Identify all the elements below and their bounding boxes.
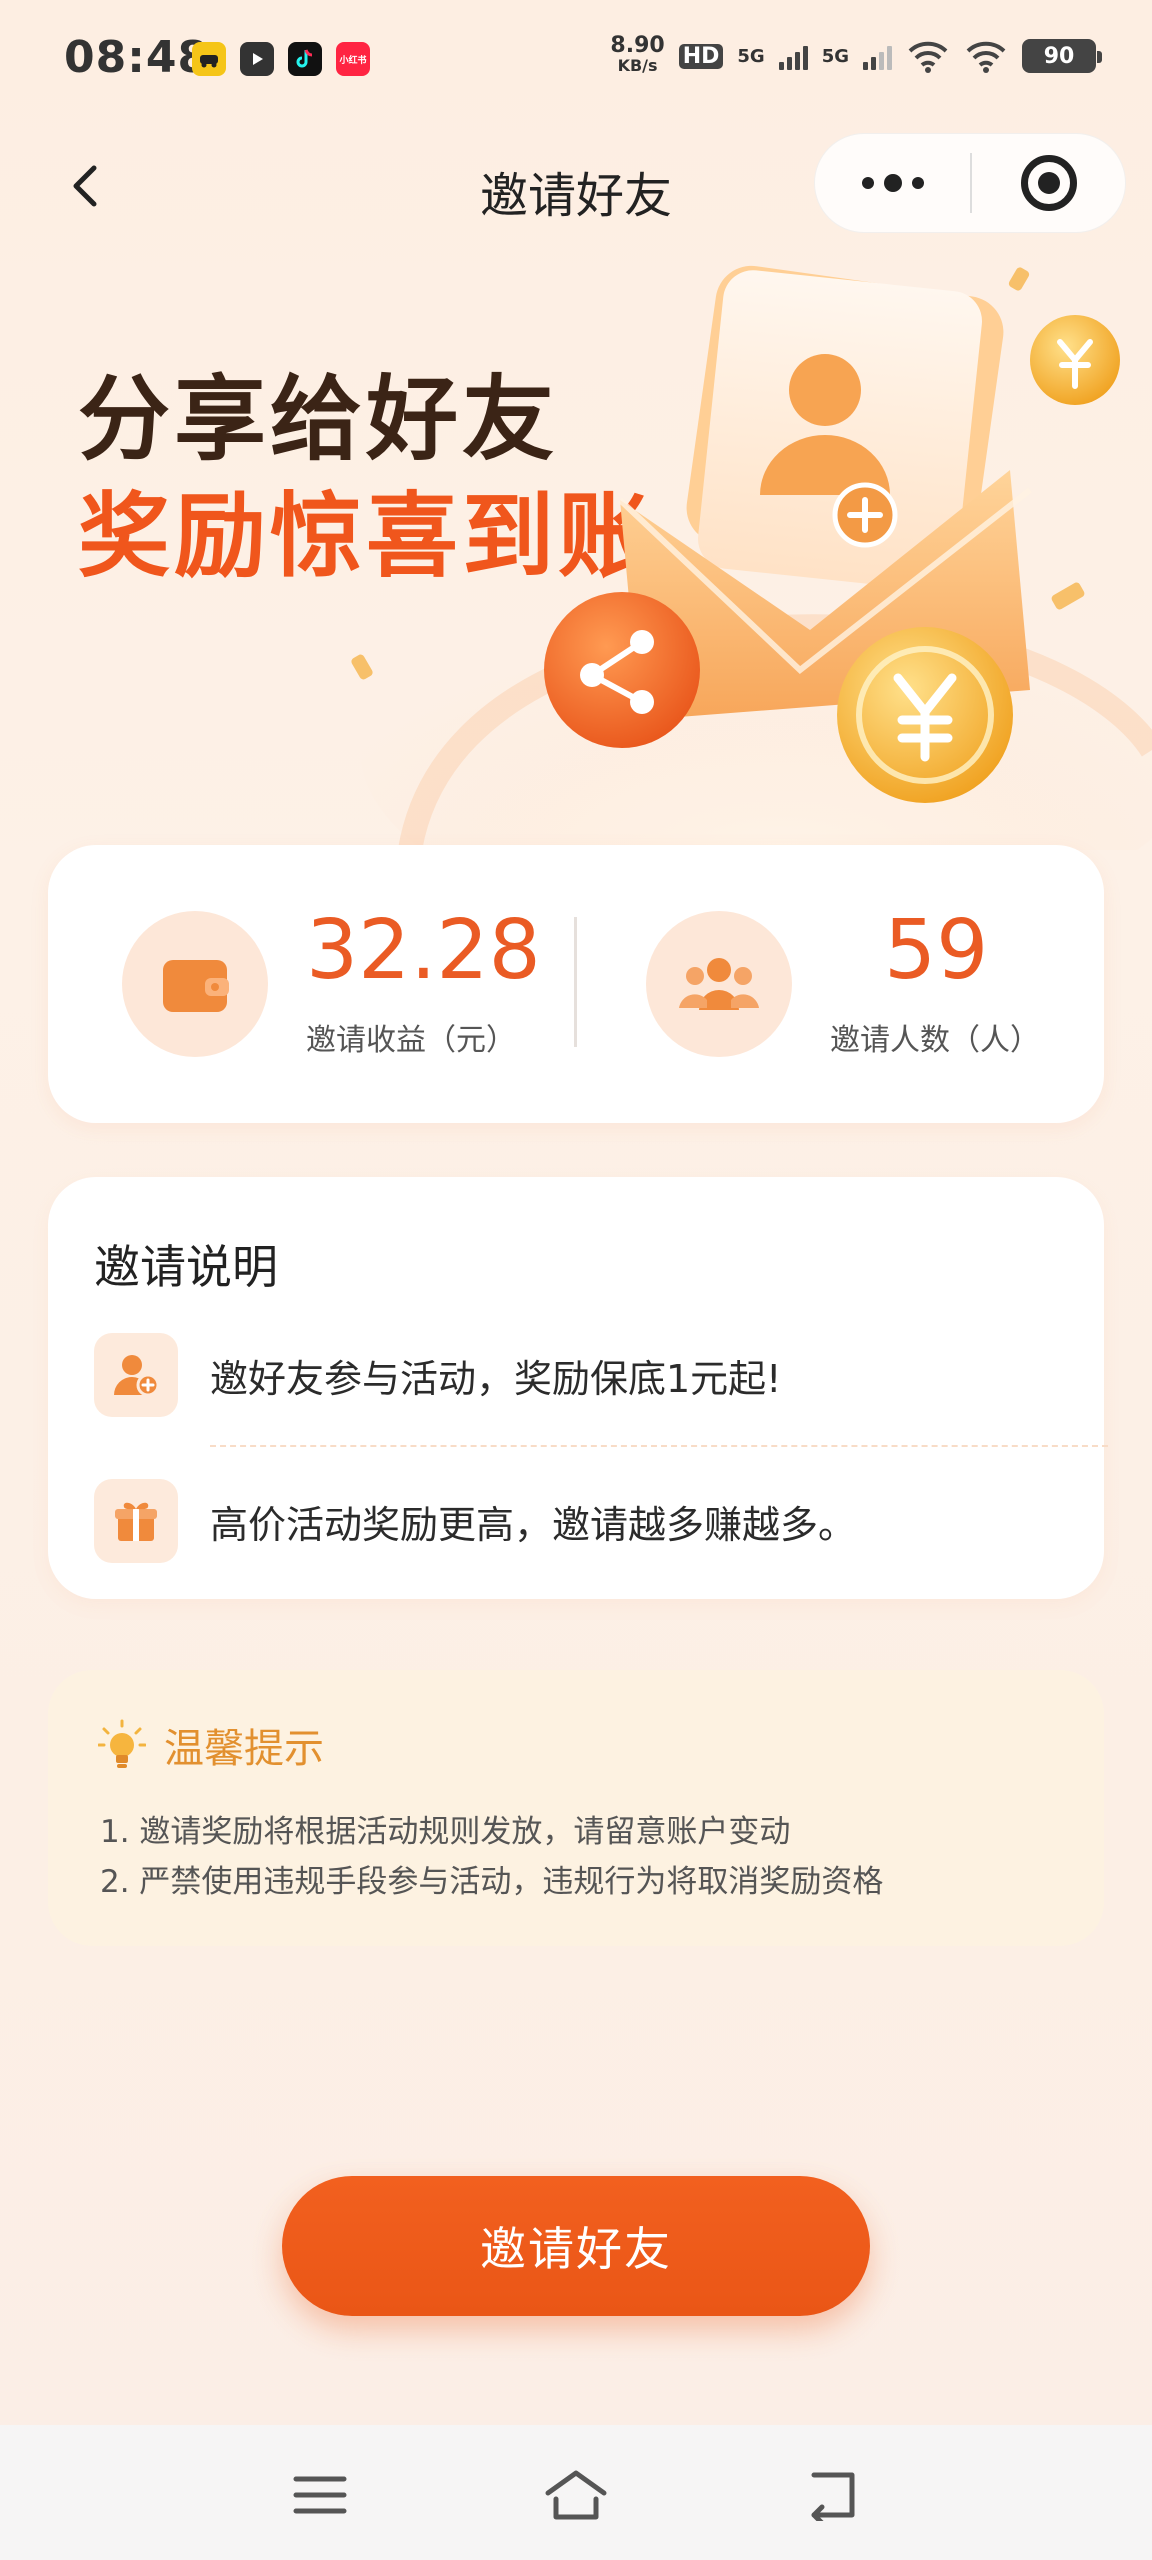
group-icon <box>679 958 759 1010</box>
invitees-value: 59 <box>884 903 989 998</box>
return-icon <box>811 2472 855 2521</box>
wallet-icon <box>163 960 229 1012</box>
signal-icon-2 <box>863 42 892 70</box>
battery-indicator: 90 <box>1022 39 1102 73</box>
more-button[interactable] <box>815 134 970 232</box>
wifi-icon-2 <box>966 41 1006 73</box>
tiktok-icon <box>288 42 322 76</box>
instruction-text: 高价活动奖励更高，邀请越多赚越多。 <box>210 1502 857 1547</box>
network-type-2: 5G <box>821 45 849 67</box>
car-app-icon <box>192 42 226 76</box>
stats-divider <box>574 917 577 1047</box>
status-indicators: 8.90 KB/s HD 5G 5G 90 <box>610 33 1102 76</box>
home-button[interactable] <box>536 2455 616 2535</box>
tips-card: 温馨提示 1. 邀请奖励将根据活动规则发放，请留意账户变动 2. 严禁使用违规手… <box>48 1670 1104 1946</box>
nav-bar: 邀请好友 <box>0 130 1152 240</box>
target-icon <box>1020 155 1077 211</box>
stats-card: 32.28 邀请收益（元） 59 邀请人数（人） <box>48 845 1104 1123</box>
menu-icon <box>293 2476 347 2514</box>
wifi-icon <box>908 41 948 73</box>
tip-line: 2. 严禁使用违规手段参与活动，违规行为将取消奖励资格 <box>100 1864 884 1900</box>
gift-icon <box>94 1479 178 1563</box>
mini-program-capsule <box>814 133 1126 233</box>
signal-icon <box>778 42 808 70</box>
tips-header: 温馨提示 <box>98 1716 324 1774</box>
invite-friends-button[interactable]: 邀请好友 <box>282 2176 870 2316</box>
instructions-card: 邀请说明 邀好友参与活动，奖励保底1元起! 高价活动奖励更高，邀请越多赚越多。 <box>48 1177 1108 1599</box>
status-app-icons: 小红书 <box>192 42 370 76</box>
close-mini-program-button[interactable] <box>972 155 1125 211</box>
tip-line: 1. 邀请奖励将根据活动规则发放，请留意账户变动 <box>100 1814 791 1850</box>
add-user-icon <box>94 1333 178 1417</box>
home-icon <box>545 2470 607 2520</box>
back-nav-button[interactable] <box>792 2455 872 2535</box>
earnings-icon-circle <box>122 911 268 1057</box>
lightbulb-icon <box>98 1719 146 1768</box>
hd-badge: HD <box>678 43 724 69</box>
xiaohongshu-icon: 小红书 <box>336 42 370 76</box>
video-app-icon <box>240 42 274 76</box>
instruction-item: 高价活动奖励更高，邀请越多赚越多。 <box>94 1479 1064 1563</box>
instruction-item: 邀好友参与活动，奖励保底1元起! <box>94 1333 1064 1417</box>
network-speed: 8.90 KB/s <box>610 33 665 76</box>
earnings-value: 32.28 <box>306 903 541 998</box>
instructions-title: 邀请说明 <box>94 1240 278 1294</box>
earnings-label: 邀请收益（元） <box>306 1023 516 1058</box>
menu-button[interactable] <box>280 2455 360 2535</box>
status-bar: 08:48 小红书 8.90 KB/s HD 5G 5G 90 <box>0 0 1152 120</box>
network-type-1: 5G <box>737 45 765 67</box>
tips-title: 温馨提示 <box>164 1726 324 1772</box>
status-time: 08:48 <box>64 32 210 83</box>
envelope-illustration <box>351 265 1152 850</box>
invitees-icon-circle <box>646 911 792 1057</box>
instruction-divider <box>210 1445 1108 1447</box>
system-navigation-bar <box>0 2425 1152 2560</box>
instruction-text: 邀好友参与活动，奖励保底1元起! <box>210 1356 782 1401</box>
invitees-label: 邀请人数（人） <box>830 1023 1040 1058</box>
